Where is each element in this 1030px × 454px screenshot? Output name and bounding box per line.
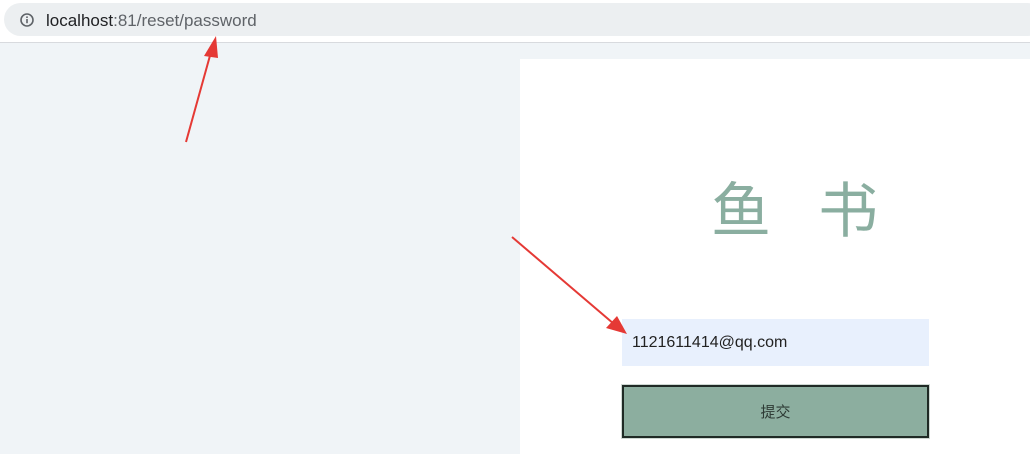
annotation-arrow-email (511, 236, 627, 334)
annotation-arrows (185, 36, 627, 334)
annotation-arrow-url (185, 36, 218, 143)
